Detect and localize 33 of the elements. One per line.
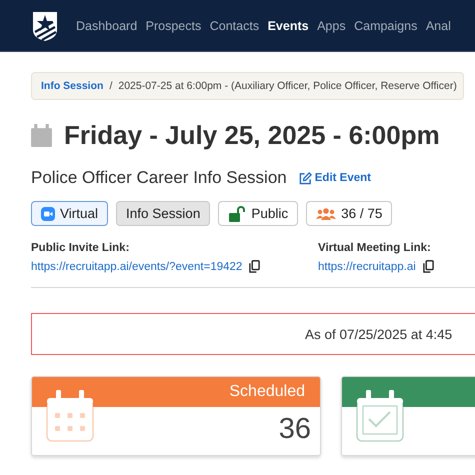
breadcrumb-separator: / xyxy=(109,80,112,92)
event-date-heading: Friday - July 25, 2025 - 6:00pm xyxy=(64,120,440,151)
event-tag: Info Session xyxy=(116,201,210,226)
nav-item[interactable]: Dashboard xyxy=(76,18,138,32)
nav-item[interactable]: Contacts xyxy=(210,18,260,32)
nav-item[interactable]: Apps xyxy=(317,18,346,32)
event-tag: 36 / 75 xyxy=(306,201,392,226)
event-tag: Public xyxy=(218,201,298,226)
people-group-icon xyxy=(316,206,336,220)
nav-item[interactable]: Events xyxy=(268,18,309,32)
nav-item[interactable]: Campaigns xyxy=(354,18,418,32)
event-tag: Virtual xyxy=(31,201,108,226)
event-title: Police Officer Career Info Session xyxy=(31,168,287,188)
breadcrumb-current: 2025-07-25 at 6:00pm - (Auxiliary Officer, Police Officer, Reserve Officer) xyxy=(118,80,457,92)
unlocked-padlock-icon xyxy=(228,206,246,222)
link-label: Public Invite Link: xyxy=(31,242,130,254)
card-value: 36 xyxy=(278,413,311,446)
copy-icon[interactable] xyxy=(249,260,260,273)
copy-icon[interactable] xyxy=(422,260,434,273)
url-link[interactable]: https://recruitapp.ai xyxy=(318,260,416,272)
url-link[interactable]: https://recruitapp.ai/events/?event=19422 xyxy=(31,260,242,272)
breadcrumb-link[interactable]: Info Session xyxy=(41,80,104,92)
edit-icon xyxy=(298,172,312,184)
nav-item[interactable]: Prospects xyxy=(146,18,202,32)
calendar-check-icon xyxy=(356,388,404,442)
video-camera-icon xyxy=(41,206,55,220)
edit-event-link[interactable]: Edit Event xyxy=(298,172,371,184)
calendar-icon xyxy=(31,124,52,147)
alert-text: As of 07/25/2025 at 4:45 xyxy=(305,326,452,342)
card-label: Scheduled xyxy=(229,383,305,401)
nav-item[interactable]: Anal xyxy=(426,18,451,32)
shield-star-logo[interactable] xyxy=(31,10,59,42)
link-label: Virtual Meeting Link: xyxy=(318,242,432,254)
